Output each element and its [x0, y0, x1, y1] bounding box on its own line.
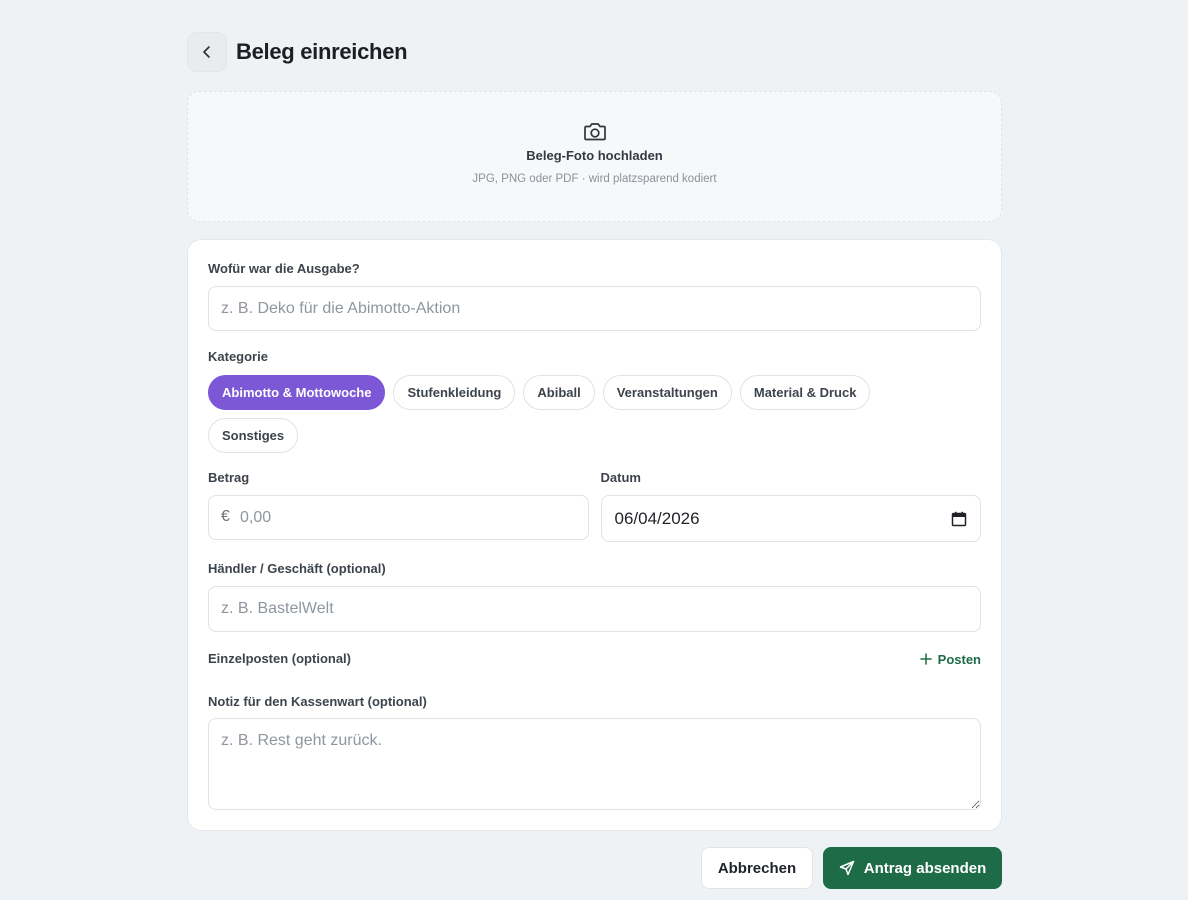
back-button[interactable] — [187, 32, 227, 72]
category-chip-abiball[interactable]: Abiball — [523, 375, 595, 410]
note-label: Notiz für den Kassenwart (optional) — [208, 694, 427, 709]
upload-title: Beleg-Foto hochladen — [526, 148, 663, 163]
send-icon — [839, 860, 854, 876]
category-chip-stufenkleidung[interactable]: Stufenkleidung — [393, 375, 516, 410]
line-items-label: Einzelposten (optional) — [208, 651, 351, 666]
category-chip-group: Abimotto & Mottowoche Stufenkleidung Abi… — [208, 375, 908, 453]
form-card: Wofür war die Ausgabe? Kategorie Abimott… — [187, 239, 1002, 831]
amount-label: Betrag — [208, 470, 250, 485]
category-chip-material-druck[interactable]: Material & Druck — [739, 375, 871, 410]
upload-hint: JPG, PNG oder PDF · wird platzsparend ko… — [472, 173, 717, 185]
page-title: Beleg einreichen — [236, 39, 408, 64]
calendar-icon[interactable] — [951, 511, 967, 527]
line-items-row: Einzelposten (optional) Posten — [208, 651, 981, 667]
purpose-input[interactable] — [208, 286, 981, 331]
category-chip-sonstiges[interactable]: Sonstiges — [208, 418, 299, 453]
submit-button[interactable]: Antrag absenden — [823, 847, 1002, 889]
expense-form-page: Beleg einreichen Beleg-Foto hochladen JP… — [187, 32, 1002, 889]
receipt-upload-dropzone[interactable]: Beleg-Foto hochladen JPG, PNG oder PDF ·… — [187, 91, 1002, 222]
date-field-group: Datum 06/04/2026 — [600, 470, 981, 542]
submit-label: Antrag absenden — [863, 859, 987, 877]
currency-symbol: € — [221, 508, 230, 525]
plus-icon — [919, 653, 932, 665]
amount-field: € — [208, 495, 589, 540]
merchant-label: Händler / Geschäft (optional) — [208, 561, 386, 576]
add-line-item-label: Posten — [937, 651, 981, 667]
amount-field-group: Betrag € — [208, 470, 589, 542]
category-label: Kategorie — [208, 349, 268, 364]
date-label: Datum — [600, 470, 641, 485]
add-line-item-button[interactable]: Posten — [919, 651, 981, 667]
amount-input[interactable] — [208, 495, 589, 540]
purpose-label: Wofür war die Ausgabe? — [208, 261, 360, 276]
page-header: Beleg einreichen — [187, 32, 1002, 72]
amount-date-row: Betrag € Datum 06/04/2026 — [208, 470, 981, 542]
category-chip-veranstaltungen[interactable]: Veranstaltungen — [602, 375, 732, 410]
chevron-left-icon — [203, 46, 210, 58]
date-value: 06/04/2026 — [614, 508, 700, 528]
note-textarea[interactable] — [208, 718, 981, 810]
merchant-input[interactable] — [208, 586, 981, 632]
category-chip-abimotto[interactable]: Abimotto & Mottowoche — [208, 375, 386, 410]
cancel-button[interactable]: Abbrechen — [701, 847, 813, 889]
date-input[interactable]: 06/04/2026 — [600, 495, 981, 542]
camera-icon — [583, 123, 606, 141]
form-actions: Abbrechen Antrag absenden — [701, 847, 1002, 889]
